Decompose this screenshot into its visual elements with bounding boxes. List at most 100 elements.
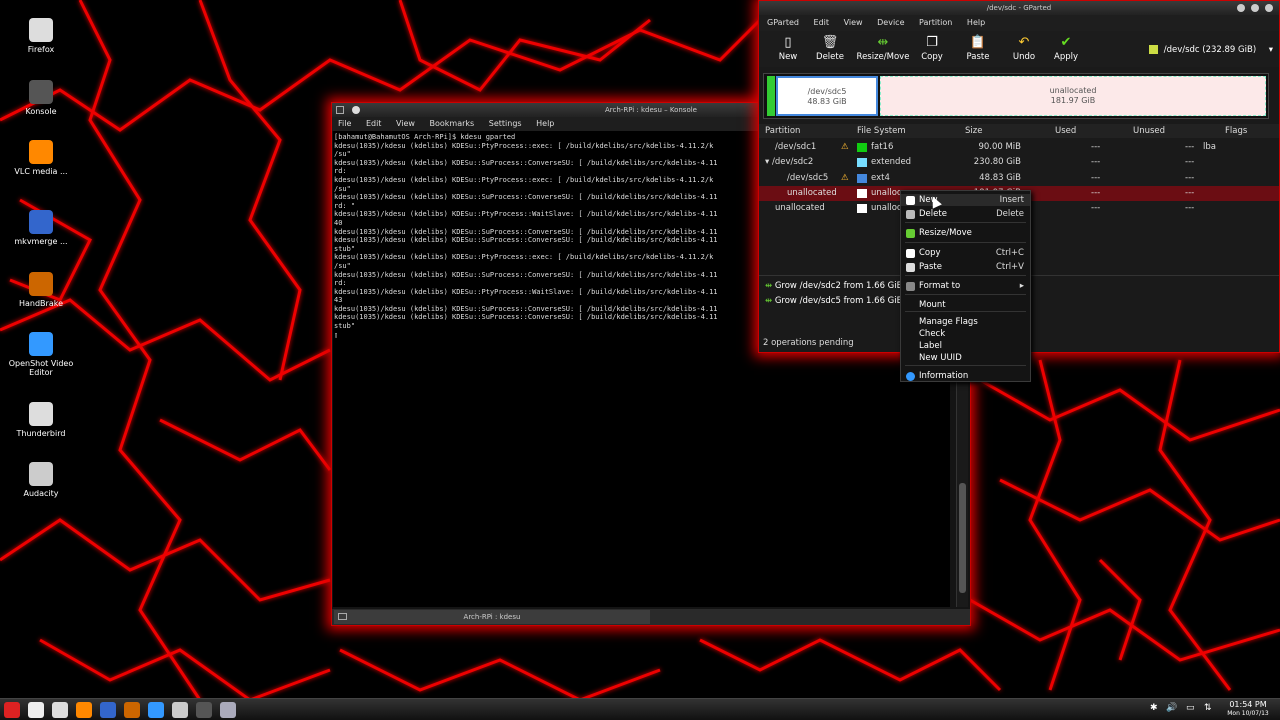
desktop-icon[interactable]: Firefox <box>6 18 76 54</box>
cell-unused: --- <box>1185 157 1195 168</box>
launcher-icon[interactable] <box>52 702 68 718</box>
menu-item-label: Delete <box>919 209 947 219</box>
menu-help[interactable]: Help <box>967 18 985 27</box>
desktop-icon[interactable]: Audacity <box>6 462 76 498</box>
col-flags[interactable]: Flags <box>1225 124 1247 138</box>
menu-view[interactable]: View <box>844 18 863 27</box>
konsole-tab[interactable]: Arch-RPi : kdesu <box>334 610 650 624</box>
operation-item[interactable]: ⇹ Grow /dev/sdc2 from 1.66 GiB <box>765 281 902 291</box>
menu-item-resize-move[interactable]: Resize/Move <box>901 227 1030 239</box>
undo-button[interactable]: ↶ Undo <box>1003 34 1045 62</box>
toolbar-label: Apply <box>1054 52 1078 62</box>
delete-icon <box>906 210 915 219</box>
launcher-icon[interactable] <box>100 702 116 718</box>
table-row[interactable]: ▾ /dev/sdc2 extended 230.80 GiB --- --- <box>759 155 1279 170</box>
volume-icon[interactable]: 🔊 <box>1166 703 1177 713</box>
maximize-button[interactable] <box>1251 4 1259 12</box>
operation-item[interactable]: ⇹ Grow /dev/sdc5 from 1.66 GiB <box>765 296 902 306</box>
menu-view[interactable]: View <box>396 119 415 128</box>
gparted-title: /dev/sdc - GParted <box>986 4 1052 12</box>
paste-button[interactable]: 📋 Paste <box>957 34 999 62</box>
resize-icon: ⇹ <box>765 296 775 306</box>
konsole-close-button[interactable] <box>352 106 360 114</box>
bluetooth-icon[interactable]: ✱ <box>1150 703 1158 713</box>
taskbar: ✱ 🔊 ▭ ⇅ 01:54 PM Mon 10/07/13 <box>0 698 1280 720</box>
menu-bookmarks[interactable]: Bookmarks <box>430 119 475 128</box>
new-button[interactable]: ▯ New <box>767 34 809 62</box>
col-size[interactable]: Size <box>965 124 982 138</box>
partition-table-header: Partition File System Size Used Unused F… <box>759 124 1279 138</box>
close-button[interactable] <box>1265 4 1273 12</box>
device-selector[interactable]: /dev/sdc (232.89 GiB) ▾ <box>1149 43 1273 57</box>
col-filesystem[interactable]: File System <box>857 124 906 138</box>
menu-item-manage-flags[interactable]: Manage Flags <box>901 316 1030 328</box>
menu-item-paste[interactable]: Paste Ctrl+V <box>901 261 1030 273</box>
menu-item-label: Label <box>919 341 942 351</box>
desktop-icon[interactable]: HandBrake <box>6 272 76 308</box>
map-sdc5[interactable]: /dev/sdc5 48.83 GiB <box>776 76 878 116</box>
network-icon[interactable]: ⇅ <box>1204 703 1212 713</box>
scrollbar-thumb[interactable] <box>959 483 966 593</box>
menu-item-label: New UUID <box>919 353 962 363</box>
desktop-icon[interactable]: VLC media ... <box>6 140 76 176</box>
cell-filesystem: unalloc <box>871 203 902 214</box>
col-unused[interactable]: Unused <box>1133 124 1165 138</box>
menu-gparted[interactable]: GParted <box>767 18 799 27</box>
desktop-icon-label: HandBrake <box>18 299 63 308</box>
menu-device[interactable]: Device <box>877 18 904 27</box>
menu-file[interactable]: File <box>338 119 351 128</box>
apply-button[interactable]: ✔ Apply <box>1045 34 1087 62</box>
tab-label: Arch-RPi : kdesu <box>463 613 521 621</box>
cell-filesystem: extended <box>871 157 912 168</box>
table-row[interactable]: /dev/sdc1 ⚠ fat16 90.00 MiB --- --- lba <box>759 140 1279 155</box>
launcher-icon[interactable] <box>196 702 212 718</box>
app-icon <box>29 402 53 426</box>
desktop-icon[interactable]: OpenShot Video Editor <box>6 332 76 377</box>
resize-move-icon <box>906 229 915 238</box>
menu-help[interactable]: Help <box>536 119 554 128</box>
menu-partition[interactable]: Partition <box>919 18 952 27</box>
battery-icon[interactable]: ▭ <box>1186 703 1195 713</box>
launcher-icon[interactable] <box>172 702 188 718</box>
clock[interactable]: 01:54 PM Mon 10/07/13 <box>1218 700 1278 718</box>
desktop-icon[interactable]: mkvmerge ... <box>6 210 76 246</box>
gparted-titlebar[interactable]: /dev/sdc - GParted <box>759 1 1279 15</box>
menu-item-new-uuid[interactable]: New UUID <box>901 352 1030 364</box>
partition-map: /dev/sdc5 48.83 GiB unallocated 181.97 G… <box>763 73 1269 119</box>
menu-edit[interactable]: Edit <box>366 119 382 128</box>
menu-settings[interactable]: Settings <box>489 119 522 128</box>
menu-item-information[interactable]: Information <box>901 370 1030 382</box>
launcher-icon[interactable] <box>28 702 44 718</box>
launcher-icon[interactable] <box>124 702 140 718</box>
konsole-tabbar: Arch-RPi : kdesu <box>332 609 970 625</box>
menu-item-label[interactable]: Label <box>901 340 1030 352</box>
menu-item-shortcut: Delete <box>996 209 1024 219</box>
app-icon <box>29 140 53 164</box>
desktop-icon[interactable]: Konsole <box>6 80 76 116</box>
launcher-icon[interactable] <box>220 702 236 718</box>
menu-item-label: Mount <box>919 300 946 310</box>
resize-move-button[interactable]: ⇹ Resize/Move <box>855 34 911 62</box>
delete-button[interactable]: 🗑 Delete <box>809 34 851 62</box>
launcher-icon[interactable] <box>76 702 92 718</box>
copy-button[interactable]: ❐ Copy <box>911 34 953 62</box>
cell-partition: /dev/sdc1 <box>775 142 817 152</box>
map-unallocated[interactable]: unallocated 181.97 GiB <box>880 76 1266 116</box>
col-used[interactable]: Used <box>1055 124 1076 138</box>
menu-item-mount[interactable]: Mount <box>901 299 1030 311</box>
menu-item-check[interactable]: Check <box>901 328 1030 340</box>
launcher-icon[interactable] <box>4 702 20 718</box>
menu-item-label: Format to <box>919 281 961 291</box>
launcher-icon[interactable] <box>148 702 164 718</box>
desktop-icon[interactable]: Thunderbird <box>6 402 76 438</box>
menu-item-shortcut: Ctrl+C <box>995 248 1024 258</box>
menu-item-delete[interactable]: Delete Delete <box>901 208 1030 220</box>
menu-item-format-to[interactable]: Format to ▸ <box>901 280 1030 292</box>
menu-item-new[interactable]: New Insert <box>901 194 1030 206</box>
col-partition[interactable]: Partition <box>765 124 800 138</box>
menu-separator <box>905 242 1026 243</box>
menu-item-copy[interactable]: Copy Ctrl+C <box>901 247 1030 259</box>
table-row[interactable]: /dev/sdc5 ⚠ ext4 48.83 GiB --- --- <box>759 171 1279 186</box>
menu-edit[interactable]: Edit <box>814 18 830 27</box>
minimize-button[interactable] <box>1237 4 1245 12</box>
